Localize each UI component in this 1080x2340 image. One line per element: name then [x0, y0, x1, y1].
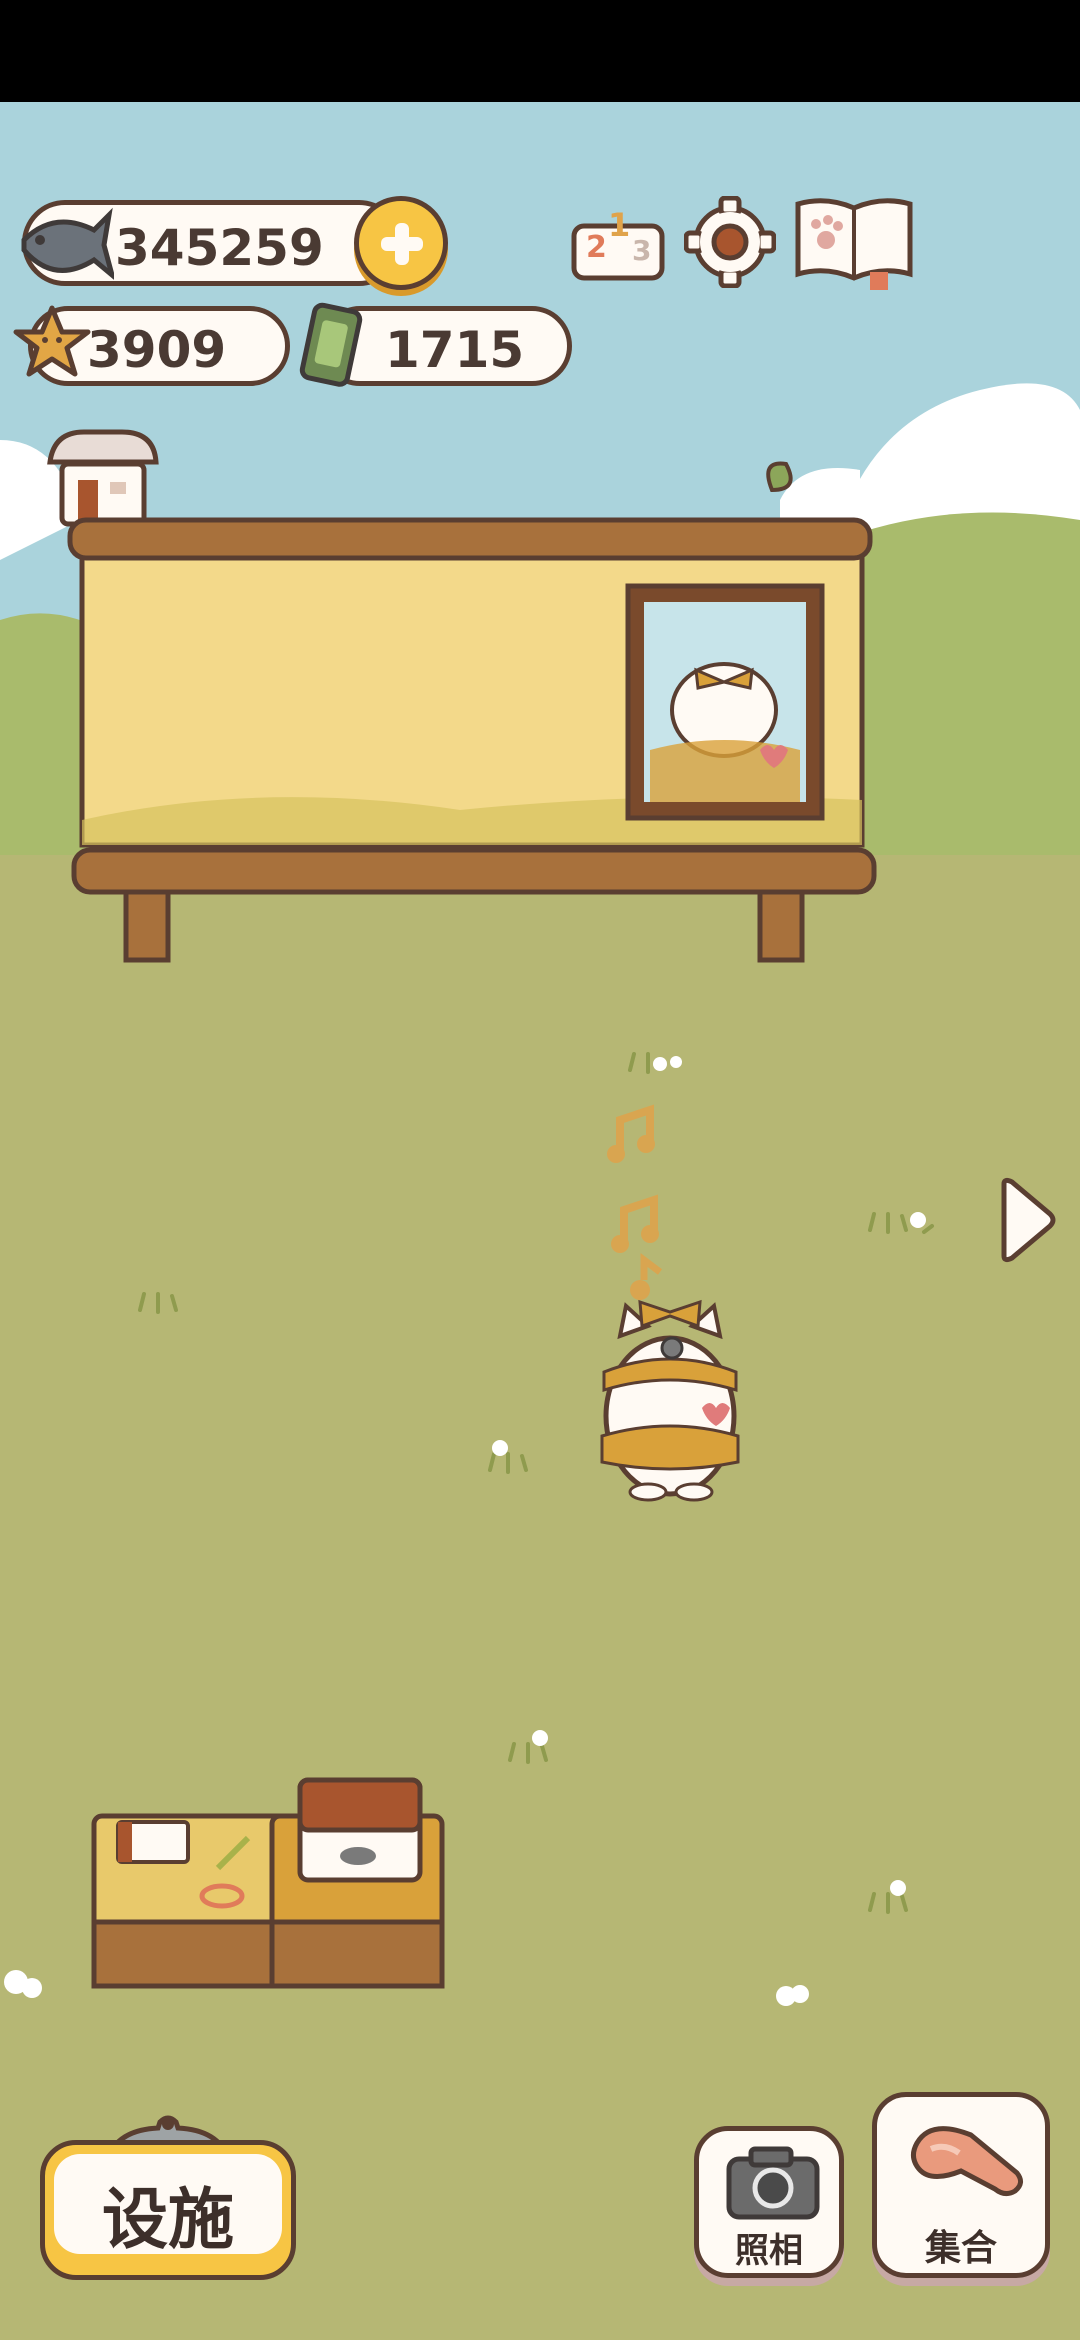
ranking-button[interactable]: 2 1 3: [570, 196, 666, 284]
star-coin-icon: [13, 305, 91, 377]
podium-second: 2: [586, 230, 607, 265]
facilities-label: 设施: [102, 2181, 234, 2258]
catbook-button[interactable]: [792, 192, 916, 292]
whistle-icon: [911, 2126, 1023, 2197]
paw-book-icon: [795, 198, 913, 290]
fish-icon: [21, 207, 114, 280]
facility-desk-items: [91, 1777, 445, 1989]
star-count: 3909: [87, 321, 227, 379]
podium-third: 3: [632, 234, 652, 267]
podium-first: 1: [608, 206, 631, 244]
gather-button[interactable]: 集合: [872, 2092, 1050, 2278]
photo-button[interactable]: 照相: [694, 2126, 844, 2278]
settings-gear-icon: [683, 195, 777, 289]
film-count: 1715: [385, 321, 525, 379]
add-currency-button[interactable]: [354, 196, 448, 290]
settings-button[interactable]: [683, 195, 777, 289]
fish-count: 345259: [115, 219, 324, 277]
facilities-button[interactable]: 设施: [40, 2115, 296, 2280]
film-roll-icon: [299, 302, 363, 387]
bulletin-board: [67, 461, 877, 963]
camera-icon: [726, 2146, 820, 2220]
photo-label: 照相: [735, 2231, 803, 2271]
add-currency-icon: [381, 223, 423, 265]
gather-label: 集合: [924, 2228, 997, 2269]
status-bar: [0, 0, 1080, 102]
